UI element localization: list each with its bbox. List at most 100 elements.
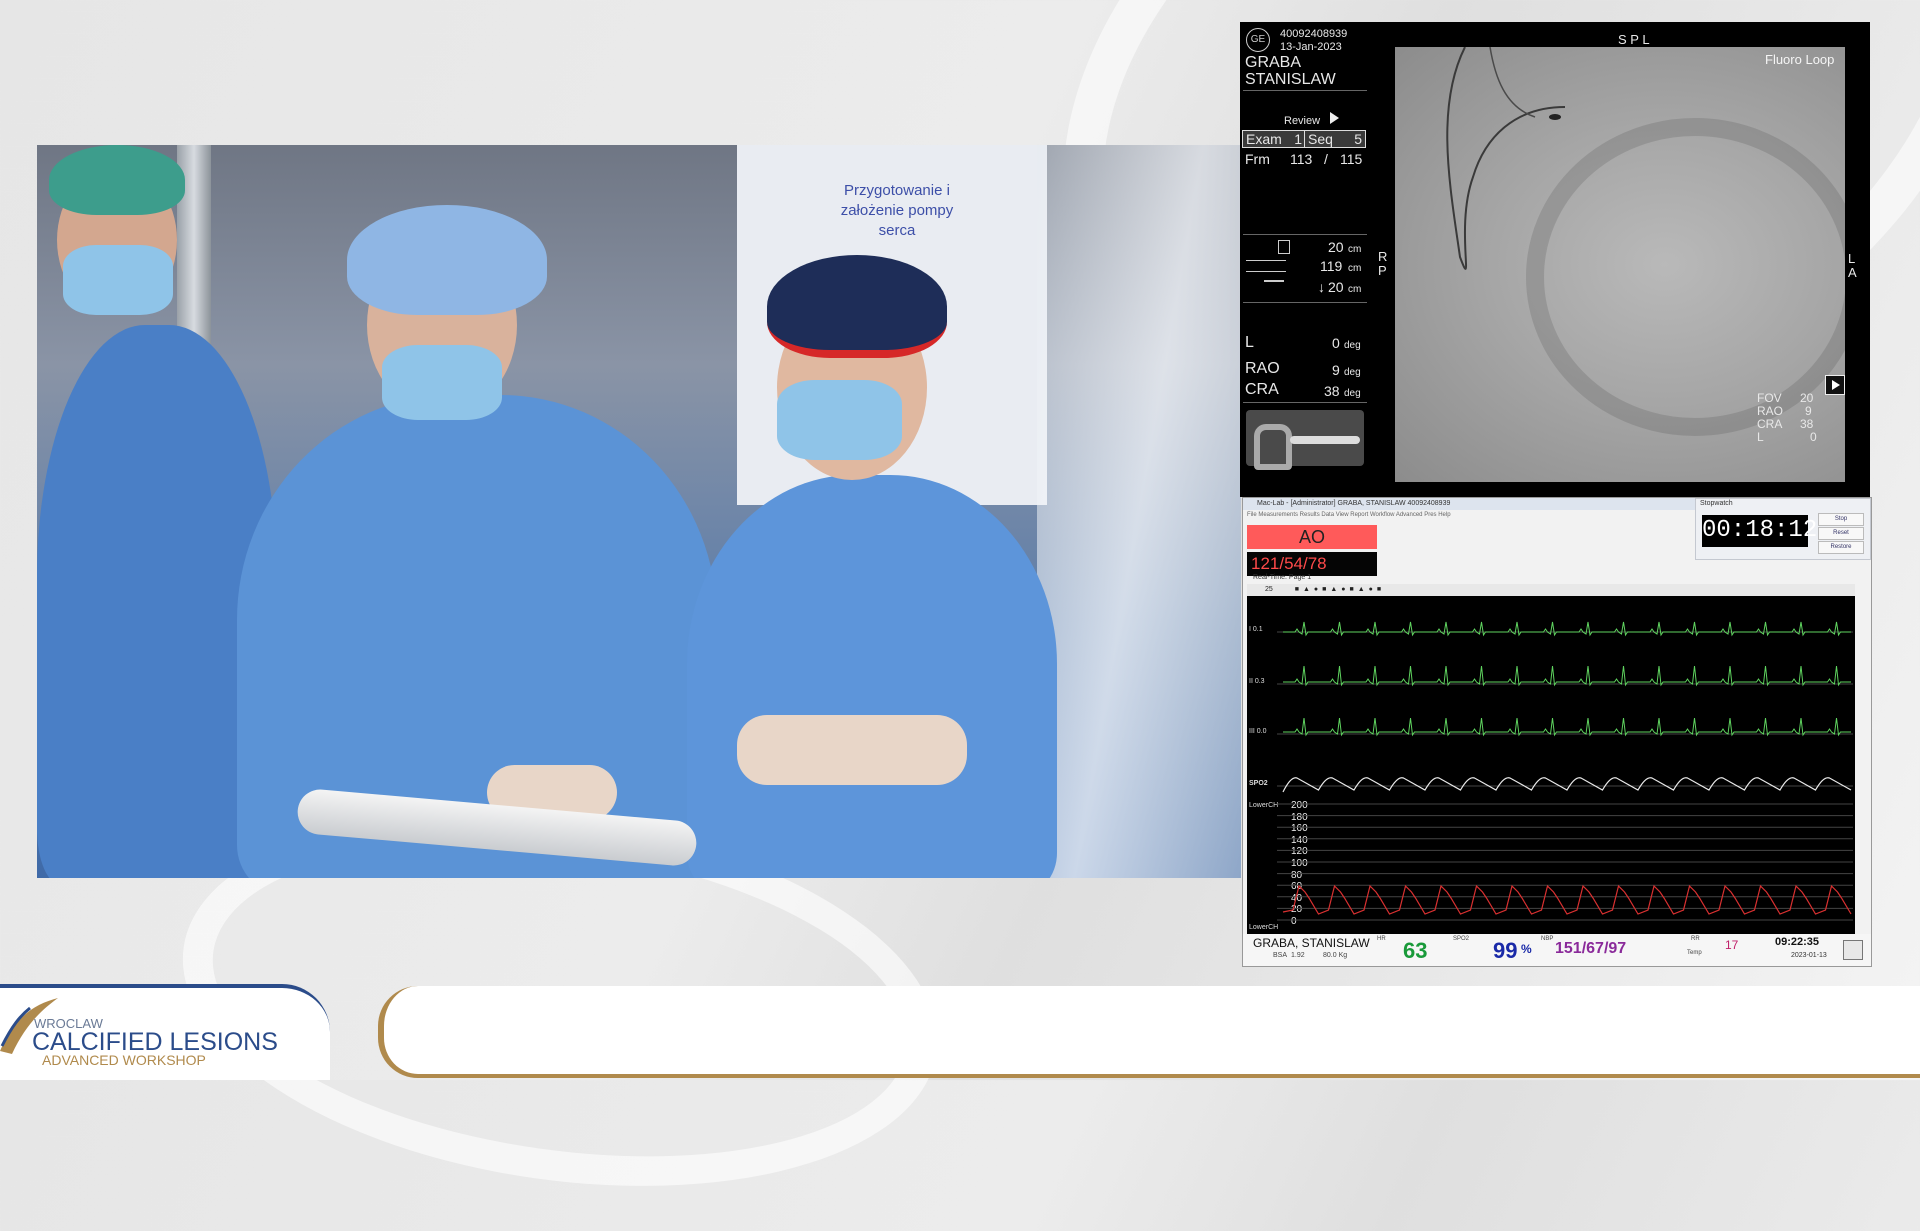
review-label[interactable]: Review xyxy=(1284,114,1320,128)
person-right xyxy=(687,475,1057,878)
frame-separator: / xyxy=(1324,151,1328,167)
person-right-cap xyxy=(767,255,947,358)
fov-icon xyxy=(1278,240,1290,254)
spo2-label: SPO2 xyxy=(1453,936,1470,942)
overlay-cra-label: CRA xyxy=(1757,417,1783,431)
exam-value: 1 xyxy=(1294,131,1302,147)
stopwatch-panel: Stopwatch 00:18:12 Stop Reset Restore xyxy=(1695,498,1871,560)
frame-value: 113 xyxy=(1290,151,1313,167)
person-middle-mask xyxy=(382,345,502,420)
status-date: 2023-01-13 xyxy=(1791,952,1827,959)
orientation-right-posterior: R P xyxy=(1378,249,1388,278)
workshop-subtitle: ADVANCED WORKSHOP xyxy=(42,1052,206,1068)
lower-third-bar xyxy=(378,986,1920,1078)
speed-value[interactable]: 25 xyxy=(1265,586,1273,593)
fov-unit: cm xyxy=(1348,244,1362,255)
patient-status-bar: GRABA, STANISLAW BSA 1.92 80.0 Kg HR 63 … xyxy=(1243,934,1871,966)
table-height-icon xyxy=(1264,280,1284,290)
person-left-mask xyxy=(63,245,173,315)
divider xyxy=(1243,402,1367,403)
play-icon[interactable] xyxy=(1330,112,1339,124)
seq-box: Seq 5 xyxy=(1304,130,1366,148)
spo2-value: 99 xyxy=(1493,938,1518,963)
divider xyxy=(1243,90,1367,91)
stopwatch-stop-button[interactable]: Stop xyxy=(1818,513,1864,526)
rr-value: 17 xyxy=(1725,938,1739,952)
stopwatch-title: Stopwatch xyxy=(1700,500,1733,507)
waveform-display: I 0.1 II 0.3 III 0.0 SPO2 LowerCH LowerC… xyxy=(1247,596,1855,934)
overlay-fov-label: FOV xyxy=(1757,391,1782,405)
l-label: L xyxy=(1245,334,1254,351)
maclab-hemodynamic-monitor: Mac-Lab - [Administrator] GRABA, STANISL… xyxy=(1242,497,1872,967)
overlay-cra-value: 38 xyxy=(1800,417,1814,431)
person-middle-cap xyxy=(347,205,547,315)
rao-value: 9 xyxy=(1332,362,1340,378)
sid-value: 119 xyxy=(1320,258,1343,274)
stopwatch-time: 00:18:12 xyxy=(1702,515,1817,547)
frame-label: Frm xyxy=(1245,151,1270,167)
workshop-logo: WROCLAW CALCIFIED LESIONS ADVANCED WORKS… xyxy=(0,984,330,1080)
ecg-trace-lead-i xyxy=(1283,621,1851,637)
fov-value: 20 xyxy=(1328,239,1344,255)
fluoroscopy-image: Fluoro Loop FOV 20 RAO 9 CRA 38 L 0 xyxy=(1395,47,1845,482)
cra-label: CRA xyxy=(1245,381,1279,398)
spo2-unit: % xyxy=(1521,942,1532,956)
spo2-trace xyxy=(1282,777,1852,793)
status-bsa-value: 1.92 xyxy=(1291,952,1305,959)
glove-hands xyxy=(737,715,967,785)
overlay-l-value: 0 xyxy=(1810,430,1817,444)
toolbar-icons[interactable]: ■▲●■▲●■▲●■ xyxy=(1295,586,1385,593)
table-height-unit: cm xyxy=(1348,284,1362,295)
l-value: 0 xyxy=(1332,335,1340,351)
save-icon[interactable] xyxy=(1843,940,1863,960)
person-left-cap xyxy=(49,145,185,215)
play-icon[interactable] xyxy=(1825,375,1845,395)
table-height-value: 20 xyxy=(1328,279,1344,295)
seq-label: Seq xyxy=(1308,131,1333,147)
stopwatch-restore-button[interactable]: Restore xyxy=(1818,541,1864,554)
table-height-arrow: ↓ xyxy=(1318,279,1325,295)
divider xyxy=(1243,234,1367,235)
divider xyxy=(1243,302,1367,303)
angiography-display: GE 40092408939 13-Jan-2023 GRABA STANISL… xyxy=(1240,22,1870,497)
fluoro-loop-label: Fluoro Loop xyxy=(1765,52,1835,67)
orientation-superior: S P L xyxy=(1618,32,1650,47)
plastic-drape xyxy=(1037,145,1241,878)
nbp-label: NBP xyxy=(1541,936,1554,942)
rao-unit: deg xyxy=(1344,367,1361,378)
ecg-trace-lead-ii xyxy=(1283,665,1851,687)
temp-label: Temp xyxy=(1687,950,1702,956)
seq-value: 5 xyxy=(1354,131,1362,147)
stopwatch-reset-button[interactable]: Reset xyxy=(1818,527,1864,540)
cra-value: 38 xyxy=(1324,383,1340,399)
pressure-readout: 121/54/78 xyxy=(1247,552,1377,576)
waveform-toolbar[interactable]: 25 ■▲●■▲●■▲●■ xyxy=(1247,584,1855,596)
patient-last-name: GRABA xyxy=(1245,54,1302,71)
orientation-left-anterior: L A xyxy=(1848,251,1857,280)
pressure-site-label: AO xyxy=(1247,525,1377,549)
hr-label: HR xyxy=(1377,936,1386,942)
operating-room-camera-feed: Przygotowanie i założenie pompy serca xyxy=(37,145,1241,878)
sid-unit: cm xyxy=(1348,263,1362,274)
nbp-value: 151/67/97 xyxy=(1555,940,1627,957)
rao-label: RAO xyxy=(1245,360,1280,377)
frame-total: 115 xyxy=(1340,151,1363,167)
aortic-pressure-trace xyxy=(1282,884,1852,915)
overlay-fov-value: 20 xyxy=(1800,391,1814,405)
exam-label: Exam xyxy=(1246,131,1282,147)
gantry-diagram-icon xyxy=(1246,410,1364,470)
patient-id: 40092408939 xyxy=(1280,28,1348,40)
patient-first-name: STANISLAW xyxy=(1245,71,1336,88)
hr-value: 63 xyxy=(1403,938,1428,963)
realtime-panel-title: Real-Time: Page 1 xyxy=(1253,574,1312,581)
poster-title: Przygotowanie i założenie pompy serca xyxy=(840,182,954,239)
rr-label: RR xyxy=(1691,936,1700,942)
overlay-rao-value: 9 xyxy=(1805,404,1812,418)
study-date: 13-Jan-2023 xyxy=(1280,41,1342,53)
ge-logo-icon: GE xyxy=(1246,28,1270,52)
status-bsa-label: BSA xyxy=(1273,952,1288,959)
cra-unit: deg xyxy=(1344,388,1361,399)
ecg-trace-lead-iii xyxy=(1283,717,1851,737)
sid-icon xyxy=(1246,260,1286,272)
exam-box: Exam 1 xyxy=(1242,130,1306,148)
